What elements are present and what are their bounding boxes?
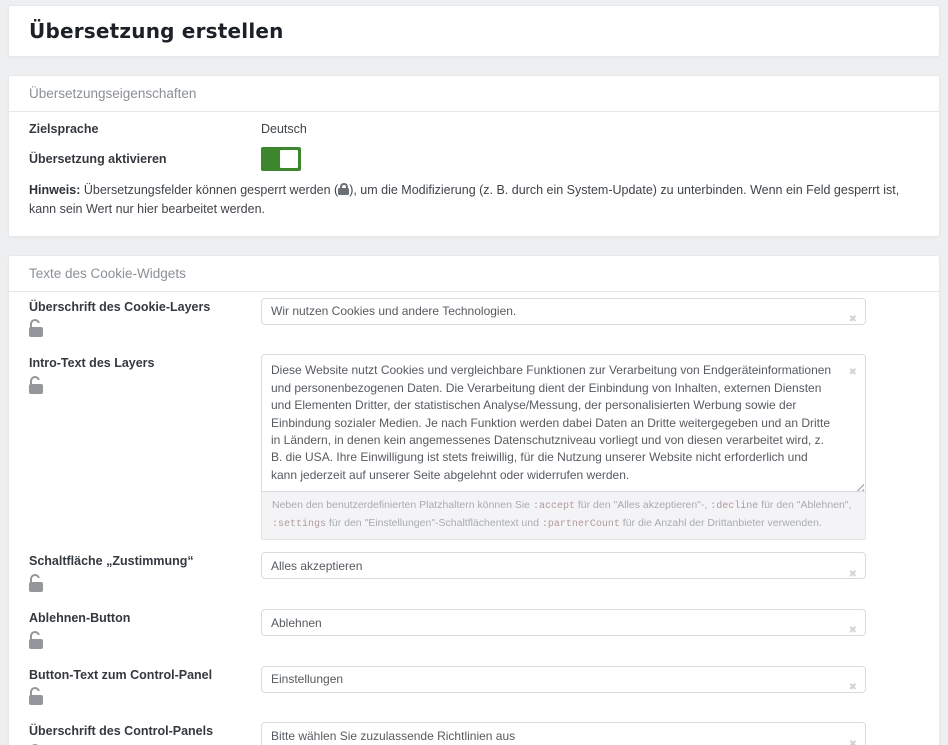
unlock-icon[interactable] — [29, 376, 44, 394]
clear-input-icon[interactable]: ✖ — [849, 626, 857, 636]
lock-closed-icon — [338, 183, 349, 195]
clear-input-icon[interactable]: ✖ — [849, 368, 857, 378]
page: Übersetzung erstellen Übersetzungseigens… — [0, 0, 948, 745]
field-label: Überschrift des Control-Panels — [29, 724, 261, 740]
field-row-settings-button: Button-Text zum Control-Panel ✖ — [29, 666, 919, 711]
unlock-icon[interactable] — [29, 687, 44, 705]
activate-translation-toggle[interactable] — [261, 147, 301, 171]
clear-input-icon[interactable]: ✖ — [849, 683, 857, 693]
accept-button-text-input[interactable] — [261, 552, 866, 579]
field-row-intro-text: Intro-Text des Layers Diese Website nutz… — [29, 354, 919, 540]
clear-input-icon[interactable]: ✖ — [849, 570, 857, 580]
clear-input-icon[interactable]: ✖ — [849, 740, 857, 745]
unlock-icon[interactable] — [29, 319, 44, 337]
row-target-language: Zielsprache Deutsch — [29, 122, 919, 136]
placeholder-decline: :decline — [710, 501, 758, 512]
control-panel-heading-input[interactable] — [261, 722, 866, 745]
card-body-properties: Zielsprache Deutsch Übersetzung aktivier… — [9, 112, 939, 236]
field-row-cookie-layer-heading: Überschrift des Cookie-Layers ✖ — [29, 298, 919, 343]
lock-hint-text: Hinweis: Übersetzungsfelder können gespe… — [29, 181, 919, 220]
intro-text-textarea[interactable]: Diese Website nutzt Cookies und vergleic… — [261, 354, 866, 492]
card-header-cookie-texts: Texte des Cookie-Widgets — [9, 256, 939, 292]
field-label: Intro-Text des Layers — [29, 356, 261, 372]
field-row-accept-button: Schaltfläche „Zustimmung“ ✖ — [29, 552, 919, 597]
page-title: Übersetzung erstellen — [29, 19, 919, 43]
decline-button-text-input[interactable] — [261, 609, 866, 636]
card-cookie-widget-texts: Texte des Cookie-Widgets Überschrift des… — [8, 255, 940, 745]
unlock-icon[interactable] — [29, 574, 44, 592]
activate-translation-label: Übersetzung aktivieren — [29, 152, 261, 166]
placeholder-note: Neben den benutzerdefinierten Platzhalte… — [261, 492, 866, 540]
settings-button-text-input[interactable] — [261, 666, 866, 693]
target-language-label: Zielsprache — [29, 122, 261, 136]
card-header-properties: Übersetzungseigenschaften — [9, 76, 939, 112]
placeholder-accept: :accept — [533, 501, 575, 512]
unlock-icon[interactable] — [29, 631, 44, 649]
card-translation-properties: Übersetzungseigenschaften Zielsprache De… — [8, 75, 940, 237]
card-body-cookie-texts: Überschrift des Cookie-Layers ✖ Intro-Te… — [9, 292, 939, 745]
target-language-value: Deutsch — [261, 122, 919, 136]
placeholder-settings: :settings — [272, 519, 326, 530]
cookie-layer-heading-input[interactable] — [261, 298, 866, 325]
hint-prefix: Hinweis: — [29, 183, 80, 197]
toggle-knob — [280, 150, 298, 168]
row-activate-translation: Übersetzung aktivieren — [29, 147, 919, 171]
hint-before-icon: Übersetzungsfelder können gesperrt werde… — [80, 183, 338, 197]
field-row-control-panel-heading: Überschrift des Control-Panels ✖ — [29, 722, 919, 745]
field-row-decline-button: Ablehnen-Button ✖ — [29, 609, 919, 654]
field-label: Button-Text zum Control-Panel — [29, 668, 261, 684]
page-title-bar: Übersetzung erstellen — [8, 5, 940, 57]
field-label: Ablehnen-Button — [29, 611, 261, 627]
field-label: Überschrift des Cookie-Layers — [29, 300, 261, 316]
placeholder-partnercount: :partnerCount — [542, 519, 620, 530]
field-label: Schaltfläche „Zustimmung“ — [29, 554, 261, 570]
clear-input-icon[interactable]: ✖ — [849, 315, 857, 325]
